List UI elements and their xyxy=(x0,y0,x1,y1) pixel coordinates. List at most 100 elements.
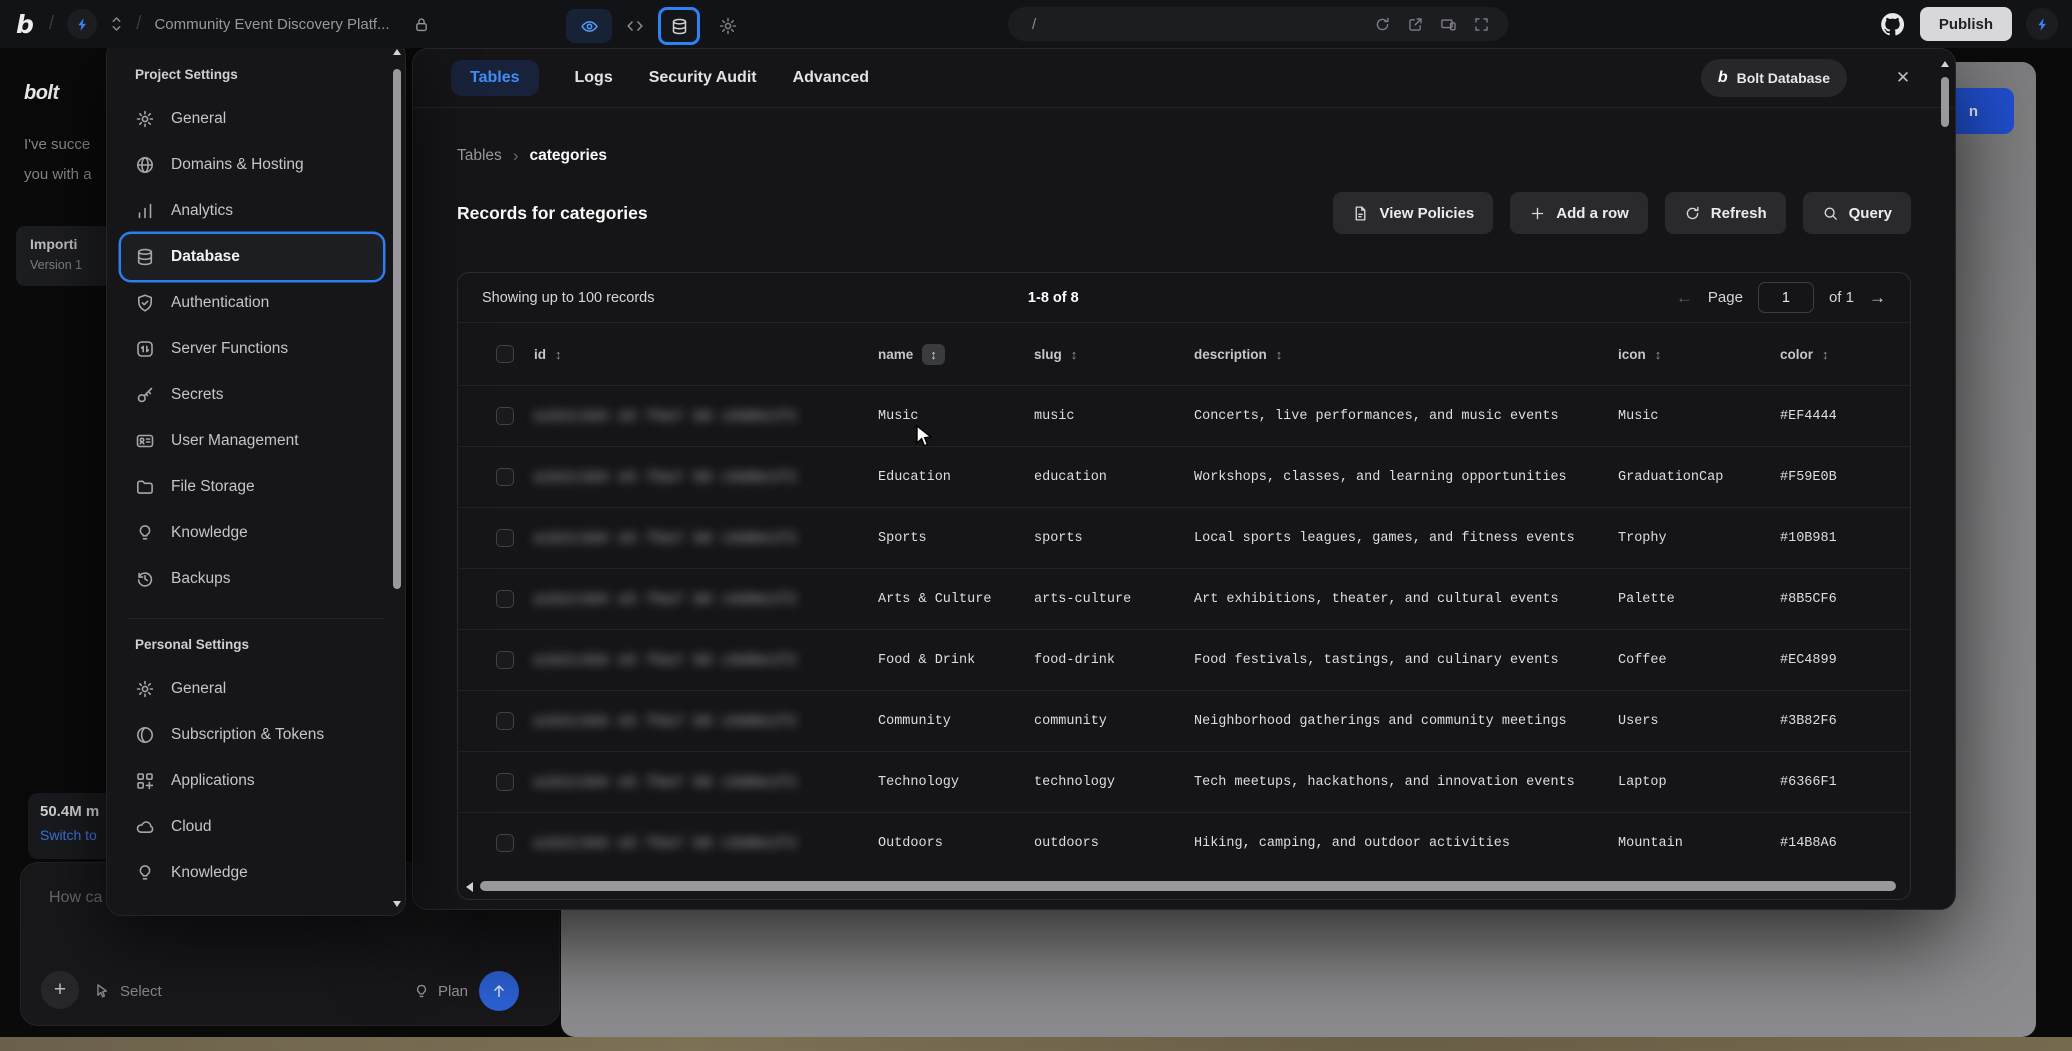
column-header-color[interactable]: color ↕ xyxy=(1780,347,1910,362)
table-row[interactable]: a1b2c3d4 e5 f6a7 b8 c9d0e1f2 Technology … xyxy=(458,751,1910,812)
send-up-button[interactable] xyxy=(479,971,519,1011)
sidebar-item-cloud[interactable]: Cloud xyxy=(121,804,383,850)
database-toolbar-icon[interactable] xyxy=(658,7,700,45)
table-row[interactable]: a1b2c3d4 e5 f6a7 b8 c9d0e1f2 Outdoors ou… xyxy=(458,812,1910,873)
column-header-id[interactable]: id ↕ xyxy=(534,347,878,362)
sidebar-item-general[interactable]: General xyxy=(121,96,383,142)
sidebar-item-knowledge[interactable]: Knowledge xyxy=(121,850,383,896)
sidebar-item-file-storage[interactable]: File Storage xyxy=(121,464,383,510)
history-icon xyxy=(135,569,155,589)
sidebar-item-database[interactable]: Database xyxy=(121,234,383,280)
doc-icon xyxy=(1352,205,1369,222)
row-checkbox[interactable] xyxy=(496,590,514,608)
publish-button[interactable]: Publish xyxy=(1919,7,2012,41)
row-checkbox[interactable] xyxy=(496,712,514,730)
color-cell: #8B5CF6 xyxy=(1780,591,1837,607)
reload-icon[interactable] xyxy=(1374,16,1391,33)
open-external-icon[interactable] xyxy=(1407,16,1424,33)
mouse-cursor xyxy=(912,424,936,452)
scrollbar-thumb[interactable] xyxy=(393,69,401,589)
column-header-name[interactable]: name ↕ xyxy=(878,343,1034,365)
settings-gear-icon[interactable] xyxy=(718,16,738,36)
sort-icon[interactable]: ↕ xyxy=(1655,347,1662,362)
column-header-description[interactable]: description ↕ xyxy=(1194,347,1618,362)
sort-icon[interactable]: ↕ xyxy=(922,343,945,365)
table-row[interactable]: a1b2c3d4 e5 f6a7 b8 c9d0e1f2 Music music… xyxy=(458,385,1910,446)
tab-tables[interactable]: Tables xyxy=(451,60,539,96)
table-row[interactable]: a1b2c3d4 e5 f6a7 b8 c9d0e1f2 Community c… xyxy=(458,690,1910,751)
horizontal-scrollbar[interactable] xyxy=(458,880,1910,894)
select-label[interactable]: Select xyxy=(120,983,162,1000)
plan-label[interactable]: Plan xyxy=(438,983,468,1000)
icon-cell: Coffee xyxy=(1618,652,1667,668)
globe-icon xyxy=(135,155,155,175)
project-switcher-chevrons-icon[interactable] xyxy=(110,13,123,35)
code-view-icon[interactable] xyxy=(624,15,646,37)
records-heading: Records for categories xyxy=(457,202,648,223)
sidebar-item-knowledge[interactable]: Knowledge xyxy=(121,510,383,556)
sort-icon[interactable]: ↕ xyxy=(555,347,562,362)
preview-toggle-eye-icon[interactable] xyxy=(566,9,612,43)
tab-logs[interactable]: Logs xyxy=(575,60,613,96)
scrollbar-thumb[interactable] xyxy=(1941,77,1949,127)
table-row[interactable]: a1b2c3d4 e5 f6a7 b8 c9d0e1f2 Food & Drin… xyxy=(458,629,1910,690)
sidebar-item-analytics[interactable]: Analytics xyxy=(121,188,383,234)
page-input[interactable] xyxy=(1757,282,1814,313)
scroll-up-icon[interactable] xyxy=(393,49,401,55)
sidebar-item-domains-hosting[interactable]: Domains & Hosting xyxy=(121,142,383,188)
row-checkbox[interactable] xyxy=(496,773,514,791)
sidebar-item-backups[interactable]: Backups xyxy=(121,556,383,602)
select-all-checkbox[interactable] xyxy=(496,345,514,363)
modal-scrollbar[interactable] xyxy=(1940,59,1950,179)
sidebar-item-authentication[interactable]: Authentication xyxy=(121,280,383,326)
bolt-badge-icon[interactable] xyxy=(67,9,98,39)
fullscreen-icon[interactable] xyxy=(1473,16,1490,33)
sidebar-item-server-functions[interactable]: Server Functions xyxy=(121,326,383,372)
sidebar-item-general[interactable]: General xyxy=(121,666,383,712)
row-checkbox[interactable] xyxy=(496,407,514,425)
attach-plus-button[interactable]: + xyxy=(41,971,79,1009)
sort-icon[interactable]: ↕ xyxy=(1276,347,1283,362)
row-checkbox[interactable] xyxy=(496,529,514,547)
bolt-wordmark: bolt xyxy=(24,82,59,104)
refresh-button[interactable]: Refresh xyxy=(1664,192,1786,234)
row-checkbox[interactable] xyxy=(496,468,514,486)
column-header-slug[interactable]: slug ↕ xyxy=(1034,347,1194,362)
project-title[interactable]: Community Event Discovery Platf... xyxy=(154,16,389,33)
bolt-logo[interactable]: b xyxy=(16,10,34,39)
sidebar-item-subscription-tokens[interactable]: Subscription & Tokens xyxy=(121,712,383,758)
add-a-row-button[interactable]: Add a row xyxy=(1510,192,1648,234)
sort-icon[interactable]: ↕ xyxy=(1071,347,1078,362)
row-checkbox[interactable] xyxy=(496,651,514,669)
github-icon[interactable] xyxy=(1879,11,1906,38)
scroll-left-icon[interactable] xyxy=(466,882,473,892)
hscroll-thumb[interactable] xyxy=(480,881,1896,891)
sidebar-item-secrets[interactable]: Secrets xyxy=(121,372,383,418)
sort-icon[interactable]: ↕ xyxy=(1822,347,1829,362)
view-policies-button[interactable]: View Policies xyxy=(1333,192,1494,234)
close-icon[interactable]: ✕ xyxy=(1891,66,1915,90)
panel-scrollbar[interactable] xyxy=(392,47,402,909)
color-cell: #F59E0B xyxy=(1780,469,1837,485)
query-button[interactable]: Query xyxy=(1802,192,1911,234)
table-row[interactable]: a1b2c3d4 e5 f6a7 b8 c9d0e1f2 Education e… xyxy=(458,446,1910,507)
lock-icon[interactable] xyxy=(413,16,430,33)
prev-page-icon[interactable]: ← xyxy=(1676,288,1693,308)
breadcrumb-tables[interactable]: Tables xyxy=(457,147,502,165)
sidebar-item-applications[interactable]: Applications xyxy=(121,758,383,804)
bolt-pro-icon[interactable] xyxy=(2026,8,2058,40)
row-checkbox[interactable] xyxy=(496,834,514,852)
next-page-icon[interactable]: → xyxy=(1869,288,1886,308)
sidebar-item-user-management[interactable]: User Management xyxy=(121,418,383,464)
name-cell: Sports xyxy=(878,530,927,546)
tab-security-audit[interactable]: Security Audit xyxy=(649,60,757,96)
scroll-up-icon[interactable] xyxy=(1941,61,1949,67)
scroll-down-icon[interactable] xyxy=(393,901,401,907)
table-row[interactable]: a1b2c3d4 e5 f6a7 b8 c9d0e1f2 Arts & Cult… xyxy=(458,568,1910,629)
url-bar[interactable]: / xyxy=(1008,7,1508,41)
devices-icon[interactable] xyxy=(1440,16,1457,33)
description-cell: Food festivals, tastings, and culinary e… xyxy=(1194,652,1559,668)
table-row[interactable]: a1b2c3d4 e5 f6a7 b8 c9d0e1f2 Sports spor… xyxy=(458,507,1910,568)
tab-advanced[interactable]: Advanced xyxy=(793,60,869,96)
column-header-icon[interactable]: icon ↕ xyxy=(1618,347,1780,362)
